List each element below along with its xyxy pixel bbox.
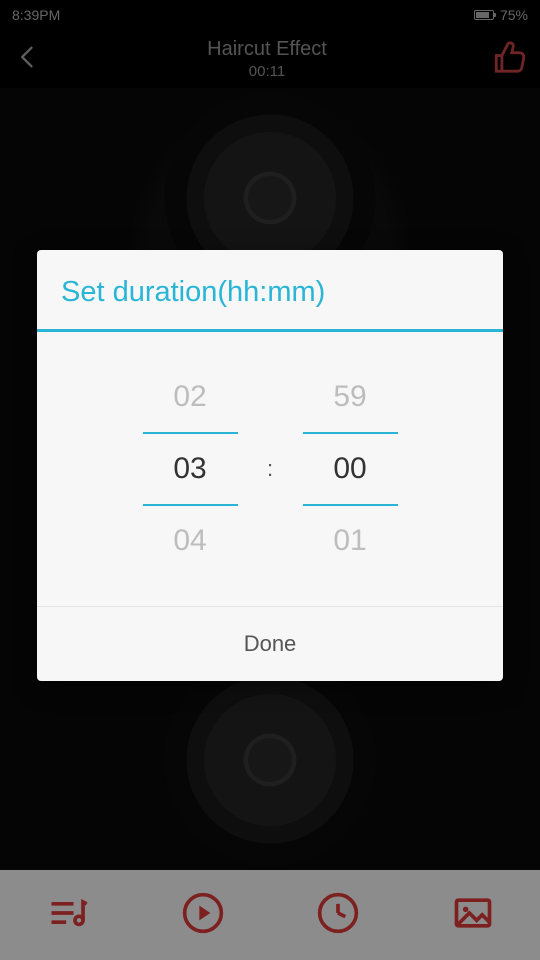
hours-picker[interactable]: 02 03 04 bbox=[130, 362, 250, 576]
done-button[interactable]: Done bbox=[37, 607, 503, 681]
minutes-prev[interactable]: 59 bbox=[290, 362, 410, 432]
hours-next[interactable]: 04 bbox=[130, 506, 250, 576]
minutes-picker[interactable]: 59 00 01 bbox=[290, 362, 410, 576]
dialog-title: Set duration(hh:mm) bbox=[37, 250, 503, 329]
minutes-next[interactable]: 01 bbox=[290, 506, 410, 576]
duration-dialog: Set duration(hh:mm) 02 03 04 : 59 00 01 … bbox=[37, 250, 503, 681]
hours-prev[interactable]: 02 bbox=[130, 362, 250, 432]
hours-selected[interactable]: 03 bbox=[130, 434, 250, 504]
minutes-selected[interactable]: 00 bbox=[290, 434, 410, 504]
time-picker: 02 03 04 : 59 00 01 bbox=[37, 332, 503, 606]
time-separator: : bbox=[250, 456, 290, 482]
